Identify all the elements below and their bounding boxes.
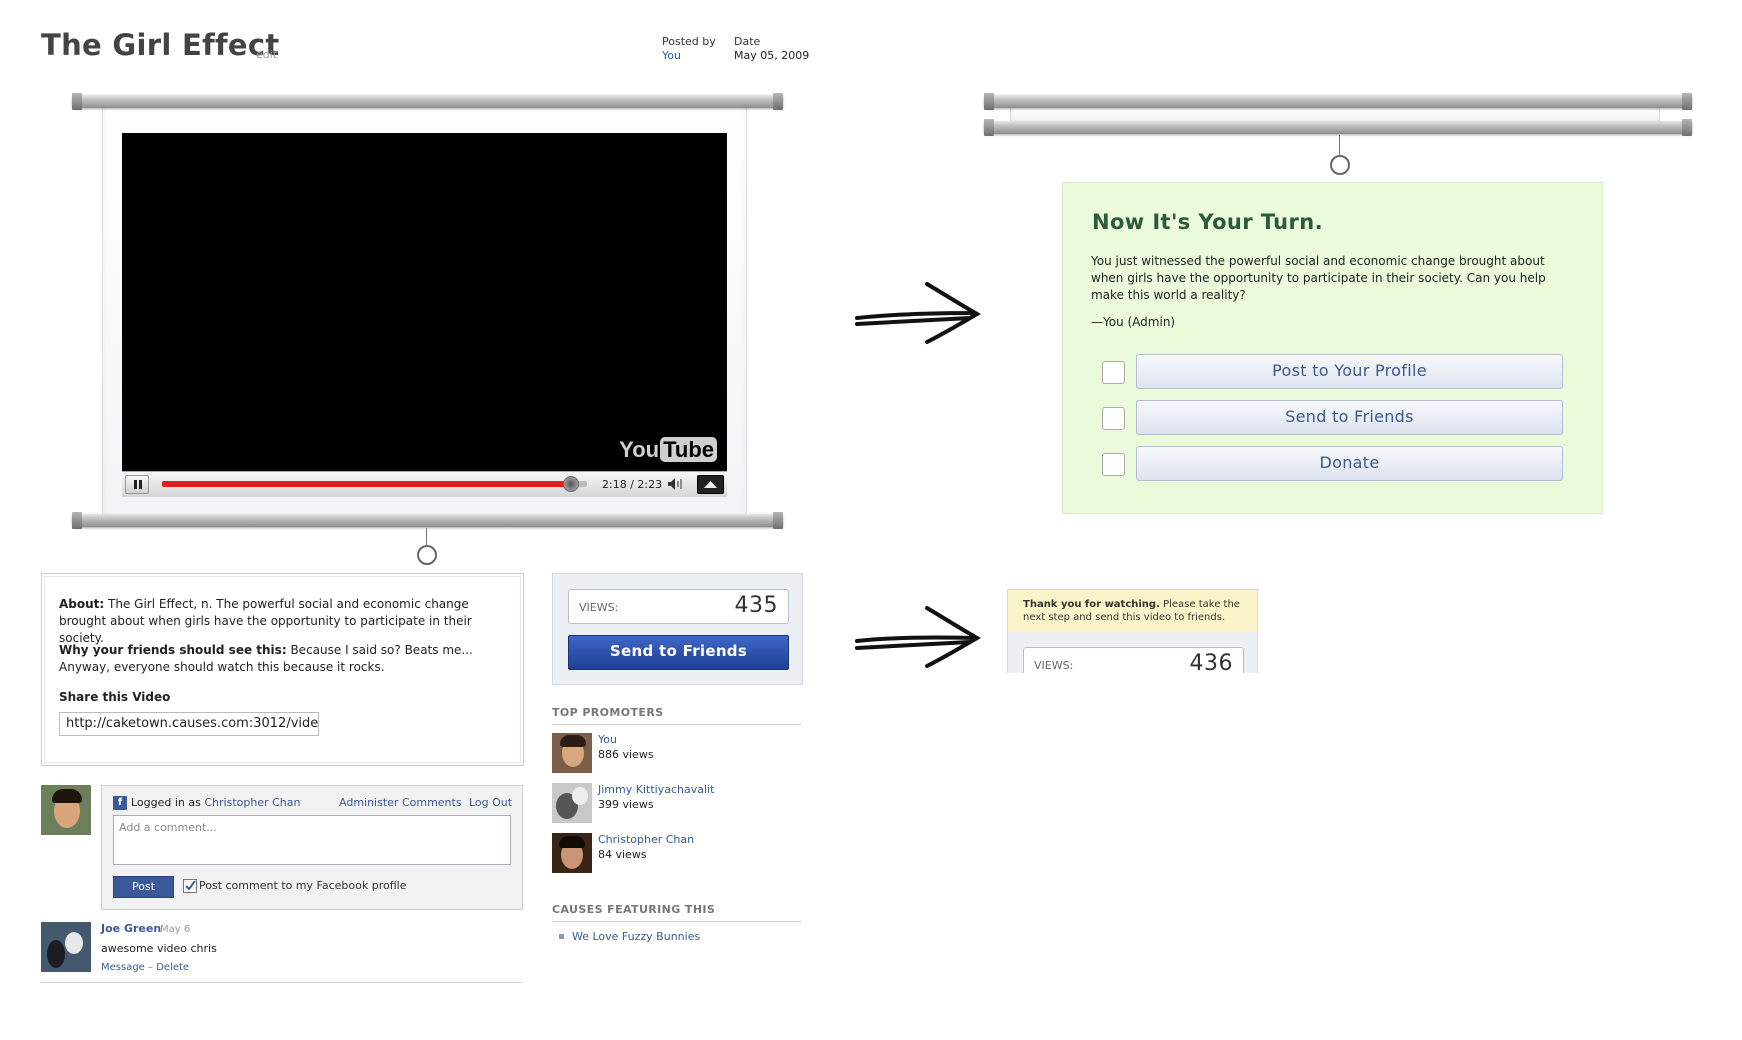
donate-button[interactable]: Donate: [1136, 446, 1563, 481]
arrow-right-icon-2: [855, 606, 981, 668]
avatar[interactable]: [552, 733, 592, 773]
facebook-icon: f: [113, 796, 127, 810]
promoter-views: 399 views: [598, 798, 654, 811]
posted-by-label: Posted by: [662, 35, 716, 48]
current-user-avatar: [41, 785, 91, 835]
avatar[interactable]: [552, 833, 592, 873]
mini-views-count: 436: [1189, 651, 1233, 673]
mini-views-label: VIEWS:: [1034, 659, 1074, 672]
rolled-bar2-cap-left: [984, 119, 994, 136]
promoter-item: Jimmy Kittiyachavalit 399 views: [552, 783, 801, 823]
progress-fill: [162, 481, 573, 487]
rolled-bar2-cap-right: [1682, 119, 1692, 136]
rolled-pull-cord: [1339, 135, 1340, 155]
thank-you-banner: Thank you for watching. Please take the …: [1007, 589, 1258, 633]
promoter-views: 84 views: [598, 848, 647, 861]
donate-checkbox[interactable]: [1102, 453, 1125, 476]
log-out-link[interactable]: Log Out: [469, 796, 512, 809]
your-turn-title: Now It's Your Turn.: [1092, 210, 1323, 234]
views-count: 435: [734, 593, 778, 618]
share-url-input[interactable]: http://caketown.causes.com:3012/vide: [59, 712, 319, 736]
thank-you-text: Thank you for watching. Please take the …: [1023, 599, 1240, 623]
avatar[interactable]: [552, 783, 592, 823]
video-controls: 2:18 / 2:23: [122, 471, 727, 497]
promoter-views: 886 views: [598, 748, 654, 761]
rolled-screen-bottom-bar: [984, 121, 1692, 134]
post-to-profile-label: Post comment to my Facebook profile: [199, 879, 407, 892]
checkmark-icon: [185, 880, 196, 891]
edit-link[interactable]: edit: [256, 48, 277, 61]
promoter-name[interactable]: You: [598, 733, 617, 746]
your-turn-signature: —You (Admin): [1091, 315, 1176, 329]
action-separator: –: [144, 962, 157, 973]
fullscreen-button[interactable]: [697, 475, 724, 494]
comment-item: Joe Green May 6 awesome video chris Mess…: [41, 922, 522, 983]
progress-track[interactable]: [162, 481, 587, 487]
comment-composer: f Logged in as Christopher Chan Administ…: [101, 785, 523, 910]
top-promoters-heading: TOP PROMOTERS: [552, 706, 801, 725]
send-to-friends-button[interactable]: Send to Friends: [1136, 400, 1563, 435]
scrubber-handle[interactable]: [563, 476, 579, 492]
comment-author[interactable]: Joe Green: [101, 922, 161, 935]
causes-heading: CAUSES FEATURING THIS: [552, 903, 801, 922]
delete-link[interactable]: Delete: [156, 962, 189, 973]
share-label: Share this Video: [59, 690, 171, 704]
screen-bottom-bar-cap-left: [72, 512, 82, 529]
administer-comments-link[interactable]: Administer Comments: [339, 796, 462, 809]
logged-in-text: Logged in as Christopher Chan: [131, 796, 301, 809]
screen-bottom-bar: [72, 514, 783, 527]
screen-top-bar: [72, 95, 783, 108]
views-field: VIEWS: 435: [568, 589, 789, 624]
avatar[interactable]: [41, 922, 91, 972]
screen-top-bar-cap-right: [773, 93, 783, 110]
youtube-logo: You Tube: [619, 437, 717, 463]
video-time: 2:18 / 2:23: [602, 478, 663, 491]
comment-text: awesome video chris: [101, 942, 217, 955]
promoter-name[interactable]: Christopher Chan: [598, 833, 694, 846]
pause-icon: [134, 480, 137, 489]
promoter-name[interactable]: Jimmy Kittiyachavalit: [598, 783, 714, 796]
comment-actions: Message – Delete: [101, 962, 189, 973]
promoter-item: Christopher Chan 84 views: [552, 833, 801, 873]
rolled-bar-cap-left: [984, 93, 994, 110]
post-to-profile-button[interactable]: Post to Your Profile: [1136, 354, 1563, 389]
bullet-icon: [559, 934, 564, 939]
arrow-right-icon: [855, 282, 981, 344]
pull-ring[interactable]: [417, 545, 437, 565]
post-profile-checkbox[interactable]: [1102, 361, 1125, 384]
mini-views-field: VIEWS: 436: [1023, 647, 1244, 673]
post-to-profile-checkbox[interactable]: [183, 879, 197, 893]
mini-views-box: VIEWS: 436: [1007, 632, 1258, 673]
why-text: Why your friends should see this: Becaus…: [59, 643, 473, 674]
video-player[interactable]: You Tube: [122, 133, 727, 471]
promoter-item: You 886 views: [552, 733, 801, 773]
page-title: The Girl Effect: [41, 28, 280, 62]
posted-by-value[interactable]: You: [662, 49, 681, 62]
your-turn-panel: Now It's Your Turn. You just witnessed t…: [1062, 182, 1603, 514]
pull-cord: [426, 528, 427, 545]
fullscreen-icon: [704, 481, 717, 488]
message-link[interactable]: Message: [101, 962, 145, 973]
about-box: About: The Girl Effect, n. The powerful …: [41, 573, 524, 766]
post-comment-button[interactable]: Post: [113, 876, 174, 898]
rolled-pull-ring[interactable]: [1330, 155, 1350, 175]
date-label: Date: [734, 35, 761, 48]
cause-link[interactable]: We Love Fuzzy Bunnies: [572, 930, 700, 943]
logged-in-user-link[interactable]: Christopher Chan: [204, 796, 300, 809]
your-turn-body: You just witnessed the powerful social a…: [1091, 254, 1546, 302]
views-box: VIEWS: 435 Send to Friends: [552, 573, 803, 685]
about-text: About: The Girl Effect, n. The powerful …: [59, 597, 472, 645]
comment-input[interactable]: Add a comment...: [113, 815, 511, 865]
screen-top-bar-cap-left: [72, 93, 82, 110]
send-to-friends-main-button[interactable]: Send to Friends: [568, 635, 789, 670]
pause-button[interactable]: [125, 475, 149, 494]
send-friends-checkbox[interactable]: [1102, 407, 1125, 430]
screen-bottom-bar-cap-right: [773, 512, 783, 529]
rolled-bar-cap-right: [1682, 93, 1692, 110]
comment-date: May 6: [160, 924, 191, 935]
rolled-screen-top-bar: [984, 95, 1692, 108]
date-value: May 05, 2009: [734, 49, 810, 62]
views-label: VIEWS:: [579, 601, 619, 614]
volume-icon[interactable]: [665, 476, 687, 492]
